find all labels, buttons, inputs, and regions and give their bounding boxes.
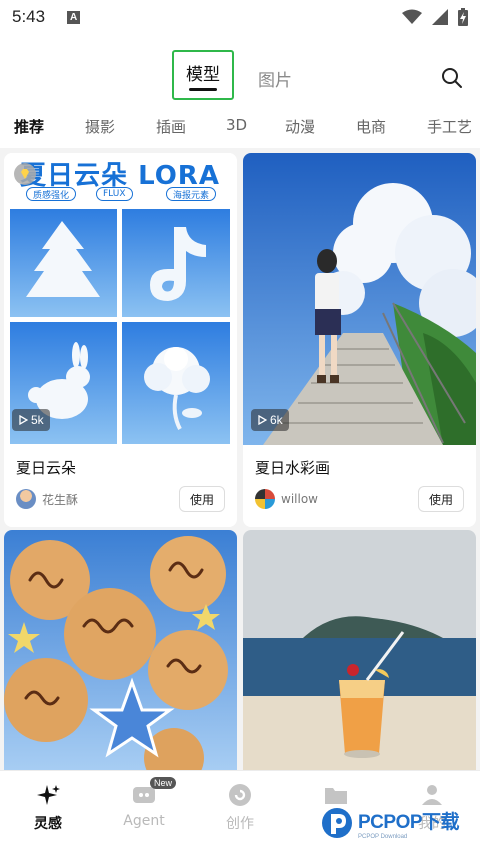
- cookie-illustration: [4, 530, 237, 770]
- beach-drink-illustration: [243, 530, 476, 770]
- model-card[interactable]: 6k 夏日水彩画 willow 使用: [243, 153, 476, 527]
- nav-create[interactable]: 创作: [200, 783, 280, 833]
- search-icon[interactable]: [440, 66, 464, 90]
- model-card[interactable]: [4, 530, 237, 770]
- model-card[interactable]: [243, 530, 476, 770]
- nav-label: 灵感: [34, 816, 62, 832]
- category-3d[interactable]: 3D: [226, 116, 247, 134]
- poster-tag: 质感强化: [26, 187, 77, 201]
- status-time: 5:43: [12, 7, 46, 26]
- battery-icon: [458, 8, 468, 26]
- card-image: 夏日云朵 LORA 质感强化 FLUX 海报元素 5k: [4, 153, 237, 445]
- top-header: 模型 图片: [0, 34, 480, 100]
- tab-image[interactable]: 图片: [258, 66, 292, 91]
- new-badge: New: [150, 777, 177, 789]
- nav-label: 创作: [226, 816, 254, 832]
- tab-model-label: 模型: [186, 64, 220, 85]
- poster-tag: 海报元素: [166, 187, 217, 201]
- card-image: 6k: [243, 153, 476, 445]
- category-photography[interactable]: 摄影: [85, 116, 115, 137]
- card-title: 夏日云朵: [16, 459, 77, 477]
- signal-icon: [432, 9, 448, 25]
- status-bar: 5:43 A: [0, 0, 480, 34]
- avatar: [16, 489, 36, 509]
- nav-inspiration[interactable]: 灵感: [8, 783, 88, 833]
- tab-model[interactable]: 模型: [172, 50, 234, 100]
- card-author: willow: [255, 489, 318, 509]
- play-count: 5k: [31, 413, 44, 427]
- use-button[interactable]: 使用: [418, 486, 464, 512]
- use-button[interactable]: 使用: [179, 486, 225, 512]
- poster-tag: FLUX: [96, 187, 133, 201]
- nav-agent[interactable]: New Agent: [104, 777, 184, 829]
- category-ecommerce[interactable]: 电商: [356, 116, 386, 137]
- tab-active-indicator: [189, 87, 217, 91]
- category-illustration[interactable]: 插画: [156, 116, 186, 137]
- watermark-subtext: PCPOP Download: [358, 833, 408, 840]
- play-count: 6k: [270, 413, 283, 427]
- category-crafts[interactable]: 手工艺: [427, 116, 472, 137]
- play-count-badge: 5k: [12, 409, 50, 431]
- play-icon: [19, 415, 28, 425]
- card-title: 夏日水彩画: [255, 459, 331, 477]
- nav-label: Agent: [123, 813, 165, 829]
- watercolor-illustration: [243, 153, 476, 445]
- category-recommend[interactable]: 推荐: [14, 116, 44, 137]
- category-anime[interactable]: 动漫: [285, 116, 315, 137]
- wifi-icon: [402, 9, 422, 24]
- watermark-text: PCPOP下载: [358, 811, 460, 833]
- author-name: willow: [281, 492, 318, 506]
- watermark: PCPOP下载 PCPOP Download: [320, 800, 480, 846]
- premium-badge-icon: [14, 163, 36, 185]
- watermark-logo-icon: [322, 808, 352, 838]
- notification-icon: A: [67, 10, 81, 24]
- create-icon: [229, 784, 251, 806]
- avatar: [255, 489, 275, 509]
- card-author: 花生酥: [16, 489, 78, 509]
- model-card[interactable]: 夏日云朵 LORA 质感强化 FLUX 海报元素 5k 夏日云朵 花生酥 使用: [4, 153, 237, 527]
- status-icons: [402, 8, 468, 26]
- play-count-badge: 6k: [251, 409, 289, 431]
- category-bar: 推荐 摄影 插画 3D 动漫 电商 手工艺: [0, 100, 480, 148]
- play-icon: [258, 415, 267, 425]
- sparkle-icon: [37, 785, 60, 805]
- author-name: 花生酥: [42, 492, 79, 507]
